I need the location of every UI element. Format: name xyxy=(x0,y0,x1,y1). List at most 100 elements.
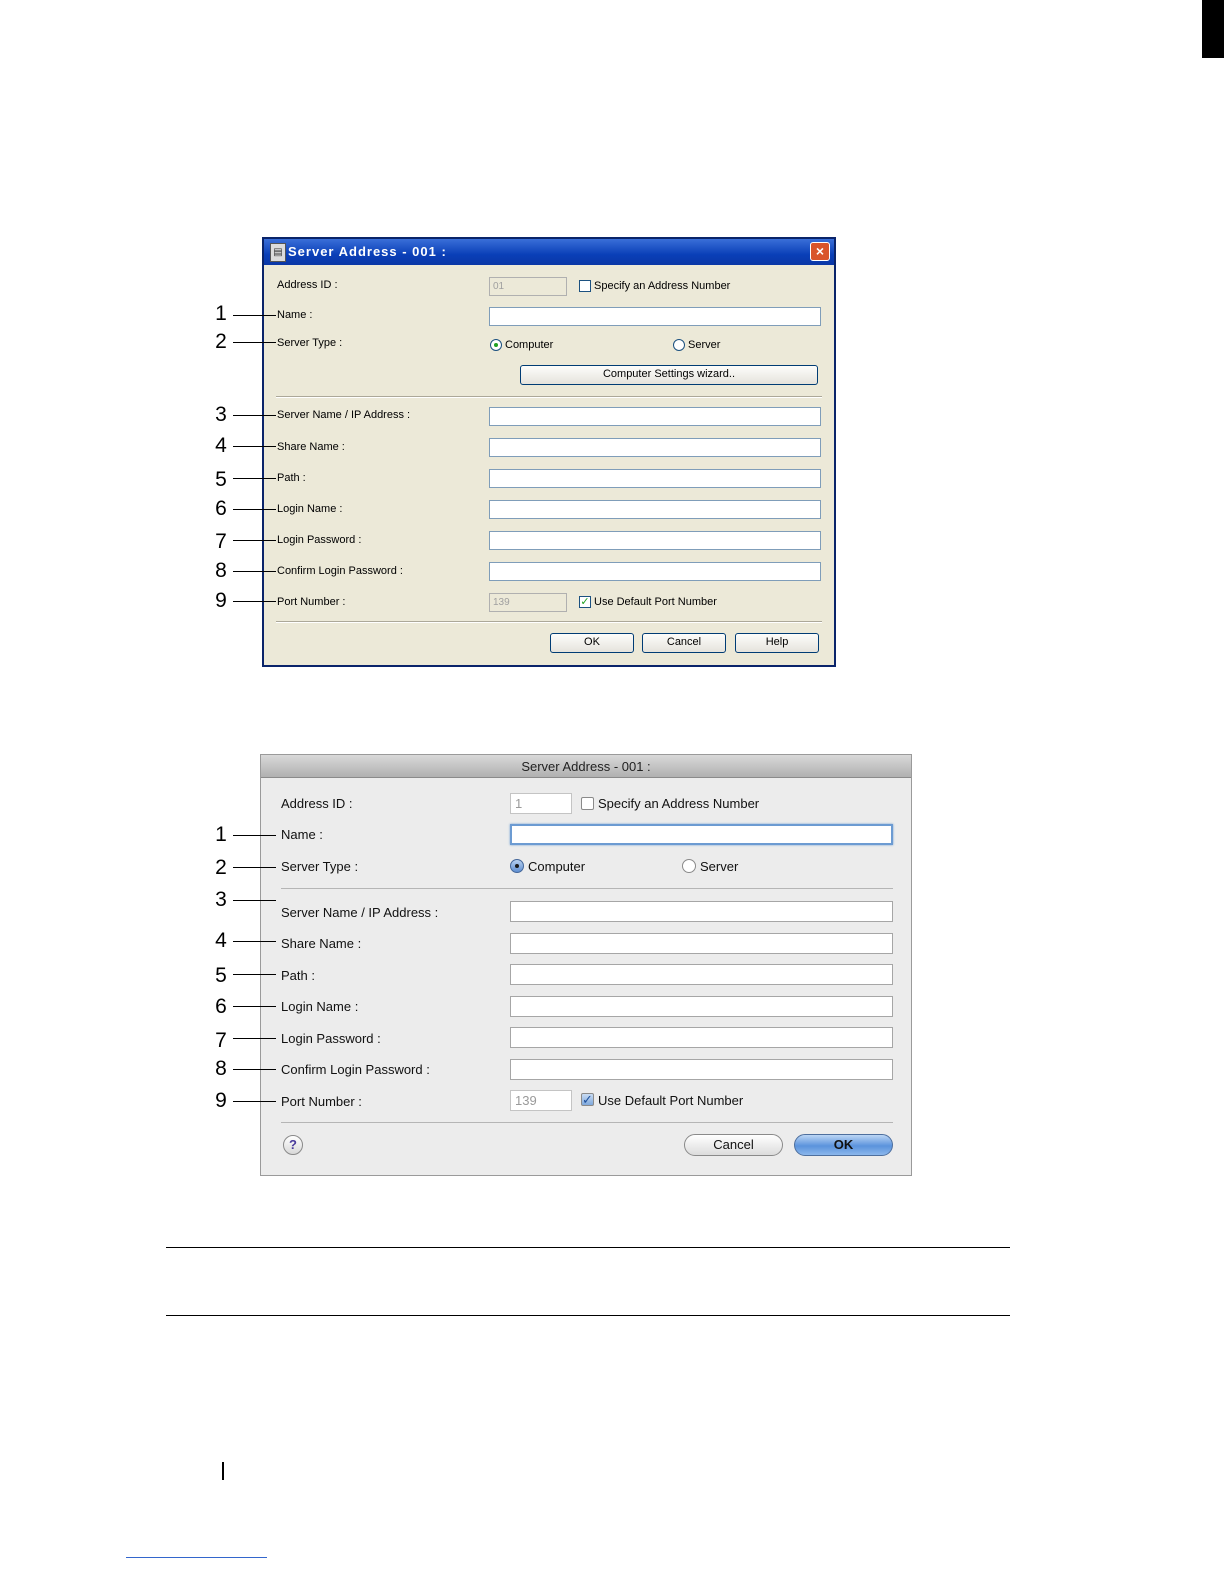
server-radio-label: Server xyxy=(688,339,721,351)
computer-radio[interactable] xyxy=(510,859,524,873)
callout-leader xyxy=(233,867,276,868)
callout-6: 6 xyxy=(215,497,227,520)
name-input[interactable] xyxy=(489,307,821,326)
callout-leader xyxy=(233,601,276,602)
callout-leader xyxy=(233,478,276,479)
callout-1: 1 xyxy=(215,302,227,325)
confirm-password-input[interactable] xyxy=(510,1059,893,1080)
callout-4: 4 xyxy=(215,929,227,952)
callout-leader xyxy=(233,974,276,975)
server-name-label: Server Name / IP Address : xyxy=(281,905,439,920)
callout-leader xyxy=(233,509,276,510)
page-edge-tab xyxy=(1202,0,1224,58)
close-icon[interactable]: × xyxy=(810,242,830,261)
section-divider xyxy=(276,396,822,398)
computer-settings-wizard-button[interactable]: Computer Settings wizard.. xyxy=(520,365,818,385)
server-radio[interactable] xyxy=(673,339,685,351)
footer-divider xyxy=(281,1122,893,1123)
path-label: Path : xyxy=(277,472,306,484)
address-id-label: Address ID : xyxy=(281,796,353,811)
specify-address-checkbox[interactable] xyxy=(579,280,591,292)
section-divider xyxy=(281,888,893,889)
computer-radio-label: Computer xyxy=(528,859,586,874)
callout-leader xyxy=(233,1038,276,1039)
name-label: Name : xyxy=(281,827,323,842)
server-radio-label: Server xyxy=(700,859,739,874)
callout-leader xyxy=(233,415,276,416)
specify-address-label: Specify an Address Number xyxy=(594,280,731,292)
confirm-password-input[interactable] xyxy=(489,562,821,581)
computer-radio[interactable] xyxy=(490,339,502,351)
server-name-input[interactable] xyxy=(489,407,821,426)
callout-leader xyxy=(233,446,276,447)
share-name-label: Share Name : xyxy=(281,936,362,951)
callout-3: 3 xyxy=(215,888,227,911)
login-name-input[interactable] xyxy=(489,500,821,519)
address-id-field: 01 xyxy=(489,277,567,296)
specify-address-checkbox[interactable] xyxy=(581,797,594,810)
callout-leader xyxy=(233,571,276,572)
use-default-port-checkbox[interactable]: ✓ xyxy=(581,1093,594,1106)
login-password-label: Login Password : xyxy=(281,1031,381,1046)
address-id-field: 1 xyxy=(510,793,572,814)
use-default-port-checkbox[interactable]: ✓ xyxy=(579,596,591,608)
use-default-port-label: Use Default Port Number xyxy=(594,596,717,608)
mac-dialog-title: Server Address - 001 : xyxy=(521,759,651,774)
callout-5: 5 xyxy=(215,964,227,987)
cancel-button[interactable]: Cancel xyxy=(642,633,726,653)
server-name-label: Server Name / IP Address : xyxy=(277,409,411,421)
server-type-label: Server Type : xyxy=(281,859,359,874)
help-button[interactable]: Help xyxy=(735,633,819,653)
callout-leader xyxy=(233,315,276,316)
callout-3: 3 xyxy=(215,403,227,426)
callout-8: 8 xyxy=(215,559,227,582)
share-name-input[interactable] xyxy=(489,438,821,457)
port-number-label: Port Number : xyxy=(281,1094,362,1109)
name-label: Name : xyxy=(277,309,313,321)
server-type-label: Server Type : xyxy=(277,337,343,349)
callout-4: 4 xyxy=(215,434,227,457)
callout-leader xyxy=(233,835,276,836)
ok-button[interactable]: OK xyxy=(550,633,634,653)
server-radio[interactable] xyxy=(682,859,696,873)
dialog-app-icon: ▤ xyxy=(270,243,286,262)
cancel-button[interactable]: Cancel xyxy=(684,1134,783,1156)
login-name-label: Login Name : xyxy=(281,999,359,1014)
path-input[interactable] xyxy=(489,469,821,488)
login-password-input[interactable] xyxy=(510,1027,893,1048)
callout-leader xyxy=(233,540,276,541)
callout-leader xyxy=(233,1006,276,1007)
address-id-label: Address ID : xyxy=(277,279,338,291)
login-name-input[interactable] xyxy=(510,996,893,1017)
ok-button[interactable]: OK xyxy=(794,1134,893,1156)
windows-dialog-title: Server Address - 001 : xyxy=(288,244,447,259)
callout-9: 9 xyxy=(215,1089,227,1112)
path-label: Path : xyxy=(281,968,315,983)
callout-leader xyxy=(233,900,276,901)
table-top-rule xyxy=(166,1247,1010,1248)
name-input[interactable] xyxy=(510,824,893,845)
share-name-input[interactable] xyxy=(510,933,893,954)
callout-1: 1 xyxy=(215,823,227,846)
mac-title-bar: Server Address - 001 : xyxy=(261,755,911,778)
callout-8: 8 xyxy=(215,1057,227,1080)
port-number-label: Port Number : xyxy=(277,596,346,608)
server-name-input[interactable] xyxy=(510,901,893,922)
path-input[interactable] xyxy=(510,964,893,985)
confirm-password-label: Confirm Login Password : xyxy=(277,565,403,577)
callout-6: 6 xyxy=(215,995,227,1018)
port-number-field: 139 xyxy=(510,1090,572,1111)
callout-leader xyxy=(233,1069,276,1070)
callout-7: 7 xyxy=(215,530,227,553)
mac-server-address-dialog: Server Address - 001 : Address ID : 1 Sp… xyxy=(260,754,912,1176)
share-name-label: Share Name : xyxy=(277,441,345,453)
callout-5: 5 xyxy=(215,468,227,491)
login-password-input[interactable] xyxy=(489,531,821,550)
help-icon[interactable]: ? xyxy=(283,1135,303,1155)
table-bottom-rule xyxy=(166,1315,1010,1316)
windows-server-address-dialog: ▤ Server Address - 001 : × Address ID : … xyxy=(262,237,836,667)
use-default-port-label: Use Default Port Number xyxy=(598,1093,744,1108)
login-name-label: Login Name : xyxy=(277,503,343,515)
callout-9: 9 xyxy=(215,589,227,612)
callout-2: 2 xyxy=(215,330,227,353)
